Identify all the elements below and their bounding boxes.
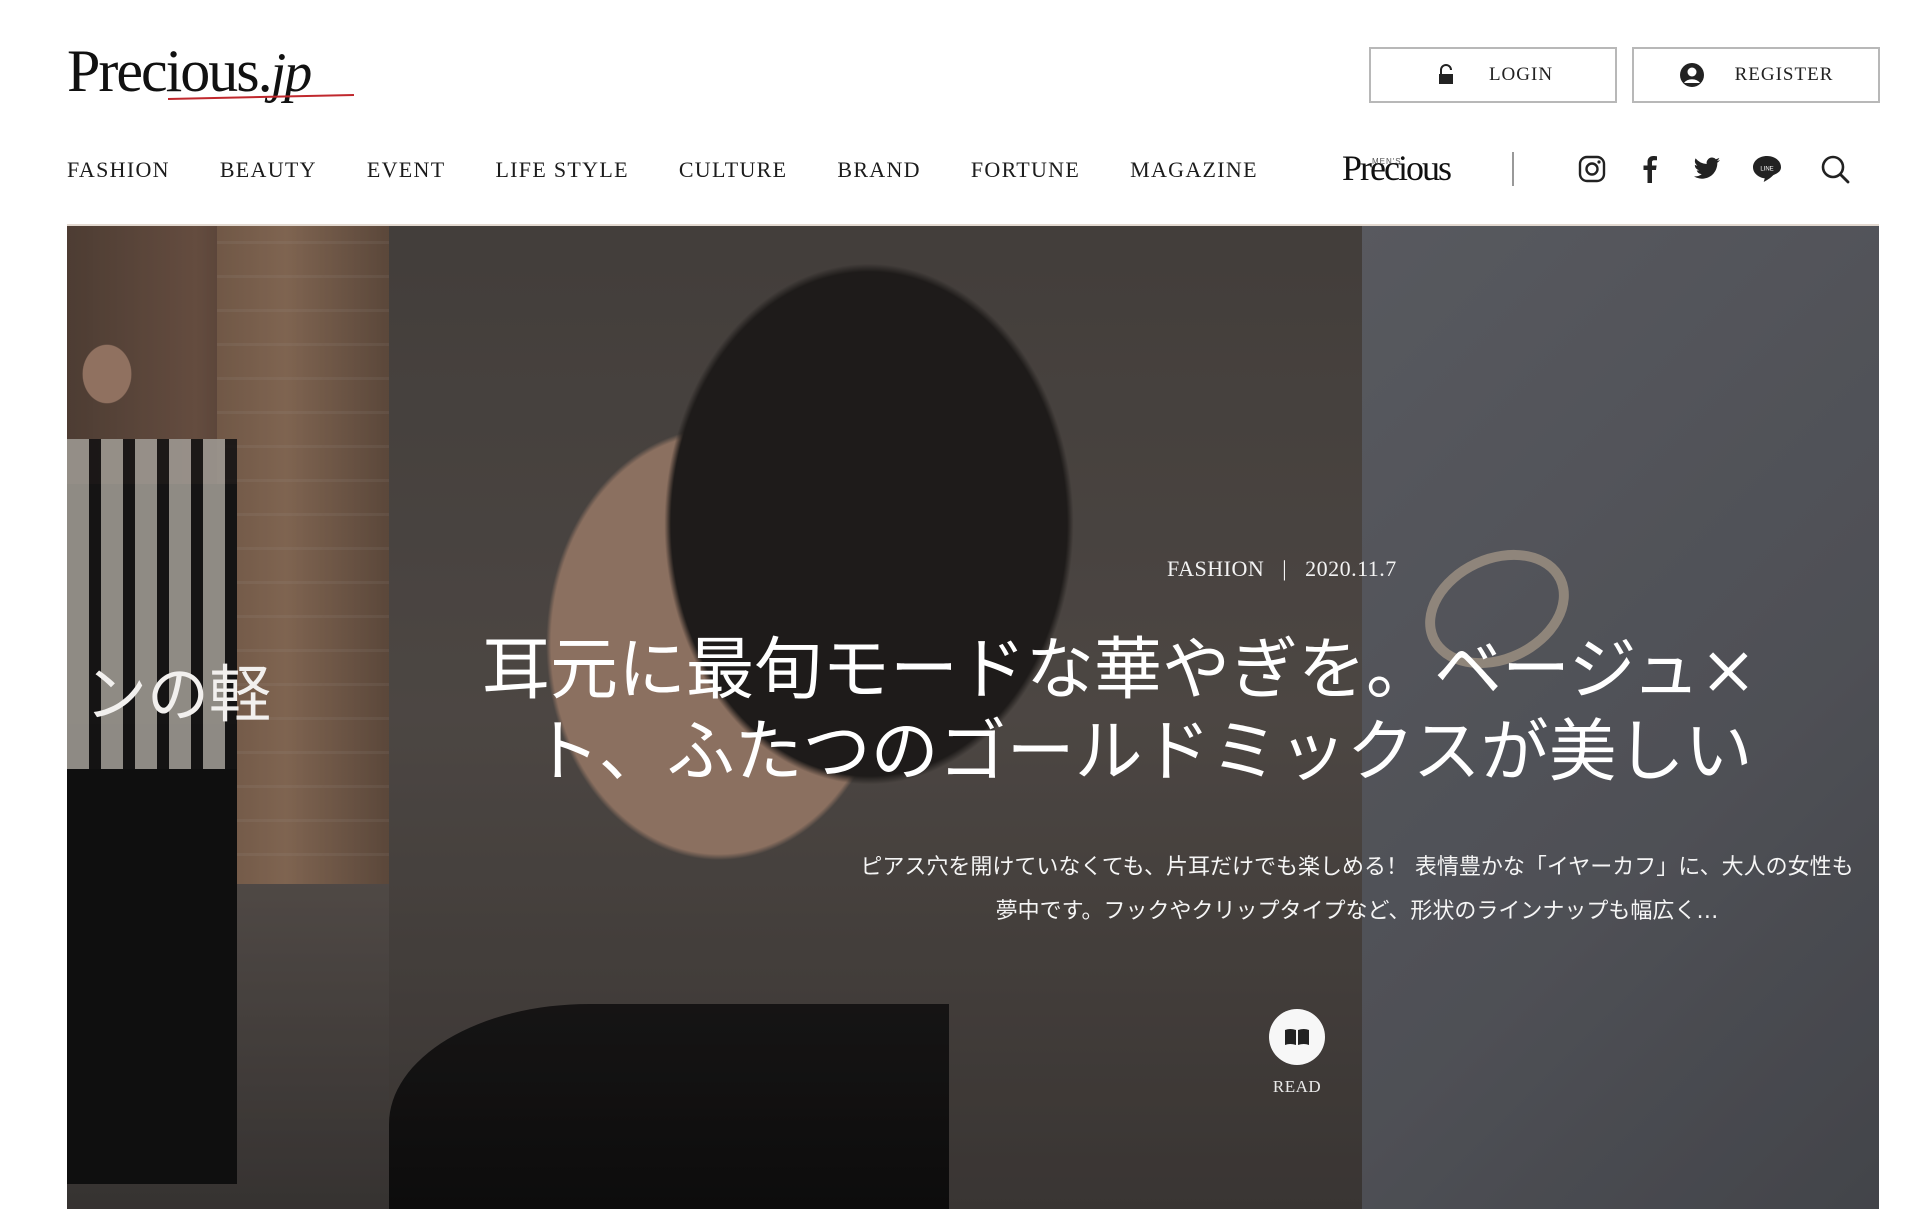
logo-main-text: Precious.	[67, 38, 273, 104]
read-button[interactable]	[1269, 1009, 1325, 1065]
article-title-line1: 耳元に最旬モードな華やぎを。ベージュ×	[482, 631, 1757, 710]
nav-item-lifestyle[interactable]: LIFE STYLE	[495, 157, 628, 183]
register-button[interactable]: REGISTER	[1632, 47, 1880, 103]
instagram-icon[interactable]	[1575, 152, 1609, 186]
hero-carousel[interactable]: ンの軽 FASHION | 2020.11.7 耳元に最旬モードな華やぎを。ベージュ…	[67, 224, 1879, 1209]
nav-item-event[interactable]: EVENT	[367, 157, 446, 183]
hero-top-line	[67, 224, 1879, 226]
mens-small-text: MEN'S	[1372, 157, 1402, 166]
article-title-line2: ト、ふたつのゴールドミックスが美しい	[532, 713, 1753, 792]
line-icon[interactable]: LINE	[1750, 152, 1784, 186]
facebook-icon[interactable]	[1633, 152, 1667, 186]
article-title[interactable]: 耳元に最旬モードな華やぎを。ベージュ× ト、ふたつのゴールドミックスが美しい	[482, 630, 1879, 794]
nav-item-fortune[interactable]: FORTUNE	[971, 157, 1080, 183]
nav-divider	[1512, 152, 1514, 186]
article-excerpt: ピアス穴を開けていなくても、片耳だけでも楽しめる！ 表情豊かな「イヤーカフ」に、…	[860, 855, 1854, 924]
nav-item-magazine[interactable]: MAGAZINE	[1130, 157, 1258, 183]
article-category[interactable]: FASHION	[1167, 556, 1264, 581]
register-label: REGISTER	[1734, 64, 1834, 85]
twitter-icon[interactable]	[1690, 152, 1724, 186]
nav-item-culture[interactable]: CULTURE	[679, 157, 788, 183]
user-icon	[1679, 62, 1705, 88]
read-label: READ	[1272, 1077, 1322, 1096]
nav-item-fashion[interactable]: FASHION	[67, 157, 170, 183]
article-date: 2020.11.7	[1305, 556, 1397, 581]
login-label: LOGIN	[1488, 64, 1554, 85]
svg-text:LINE: LINE	[1760, 167, 1773, 173]
search-icon[interactable]	[1818, 152, 1852, 186]
lock-icon	[1433, 62, 1459, 88]
mens-precious-logo[interactable]: MEN'S Precious	[1342, 146, 1452, 190]
nav-item-brand[interactable]: BRAND	[837, 157, 921, 183]
meta-separator: |	[1282, 556, 1288, 581]
login-button[interactable]: LOGIN	[1369, 47, 1617, 103]
nav-item-beauty[interactable]: BEAUTY	[220, 157, 317, 183]
main-nav: FASHION BEAUTY EVENT LIFE STYLE CULTURE …	[67, 152, 1308, 188]
article-meta: FASHION | 2020.11.7	[1167, 556, 1397, 582]
prev-slide-title: ンの軽	[85, 658, 272, 731]
book-icon	[1284, 1028, 1310, 1046]
